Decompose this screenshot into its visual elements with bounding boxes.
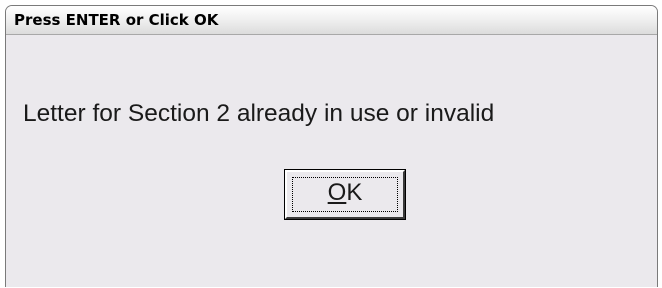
message-dialog: Press ENTER or Click OK Letter for Secti… <box>5 5 658 287</box>
error-message: Letter for Section 2 already in use or i… <box>23 100 495 127</box>
ok-label-rest: K <box>346 179 363 206</box>
ok-button-label: OK <box>287 179 403 207</box>
dialog-title: Press ENTER or Click OK <box>14 11 219 29</box>
title-bar[interactable]: Press ENTER or Click OK <box>6 6 657 35</box>
ok-mnemonic: O <box>327 179 347 206</box>
ok-button[interactable]: OK <box>285 170 405 219</box>
